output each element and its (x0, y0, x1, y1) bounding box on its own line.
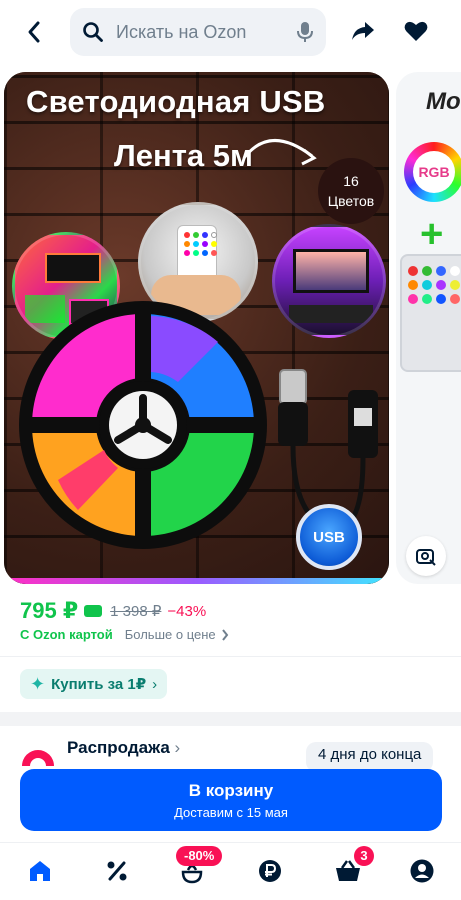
colors-count: 16 (343, 173, 359, 189)
divider (0, 656, 461, 657)
section-gap (0, 712, 461, 726)
nav-profile[interactable] (408, 857, 436, 885)
add-to-cart-label: В корзину (188, 781, 274, 800)
price-subrow: С Ozon картой Больше о цене (20, 627, 229, 642)
sale-title-text: Распродажа (67, 738, 170, 757)
back-button[interactable] (18, 14, 50, 50)
next-image-title: Мо (426, 88, 461, 115)
sale-days-left: 4 дня до конца (306, 742, 434, 772)
sparkle-icon: ✦ (30, 673, 46, 694)
plus-icon: + (420, 212, 444, 256)
product-image-next[interactable]: Мо RGB + (396, 72, 461, 584)
lifestyle-photo-livingroom (272, 224, 386, 338)
price-row: 795 ₽ 1 398 ₽ −43% (20, 598, 206, 624)
buy-for-1-ruble-button[interactable]: ✦ Купить за 1₽ › (20, 669, 168, 699)
search-icon (83, 22, 103, 42)
sale-title: Распродажа › (67, 738, 180, 758)
led-strip-reel (19, 301, 267, 549)
share-icon (352, 22, 374, 40)
ozon-card-label: С Ozon картой (20, 627, 113, 642)
nav-finance[interactable] (256, 857, 284, 885)
visual-search-button[interactable] (406, 536, 446, 576)
product-page: Искать на Ozon Светодиодная USB Лента 5м (0, 0, 461, 900)
sale-section[interactable]: Распродажа › 4 дня до конца (0, 726, 461, 772)
home-icon (30, 861, 50, 881)
cart-count-badge: 3 (354, 846, 374, 866)
chevron-right-icon: › (152, 675, 158, 693)
add-to-cart-button[interactable]: В корзину Доставим с 15 мая (20, 769, 442, 831)
top-bar: Искать на Ozon (0, 0, 461, 64)
ozon-card-icon (84, 605, 103, 617)
favorite-button[interactable] (403, 18, 429, 44)
nav-deals[interactable] (103, 857, 131, 885)
search-input[interactable]: Искать на Ozon (116, 22, 296, 43)
curved-arrow-icon (242, 139, 317, 166)
more-price-link[interactable]: Больше о цене (125, 627, 216, 642)
profile-icon (410, 859, 434, 883)
chevron-right-icon (221, 628, 228, 641)
ruble-icon (259, 860, 281, 882)
image-title-line1: Светодиодная USB (26, 84, 326, 119)
heart-icon (404, 21, 428, 41)
delivery-date: Доставим с 15 мая (174, 805, 288, 820)
share-button[interactable] (350, 18, 376, 44)
bottom-nav (0, 842, 461, 900)
nav-home[interactable] (26, 857, 54, 885)
image-title-line2: Лента 5м (114, 138, 253, 173)
sale-logo-icon (22, 750, 54, 766)
current-price: 795 ₽ (20, 598, 79, 623)
rgb-logo: RGB (404, 142, 461, 202)
buy-for-1-ruble-label: Купить за 1₽ (51, 676, 147, 693)
camera-search-icon (416, 549, 436, 566)
old-price: 1 398 ₽ (110, 603, 162, 620)
chevron-right-icon: › (174, 738, 181, 757)
rgb-label: RGB (413, 151, 455, 193)
usb-badge: USB (296, 504, 362, 570)
microphone-icon[interactable] (296, 21, 314, 43)
search-bar[interactable]: Искать на Ozon (70, 8, 326, 56)
deals-discount-badge: -80% (176, 846, 223, 866)
discount-badge: −43% (167, 602, 207, 620)
product-image[interactable]: Светодиодная USB Лента 5м 16 Цветов USB (4, 72, 389, 584)
gallery-bottom-strip (4, 578, 389, 584)
colors-badge: 16 Цветов (318, 158, 384, 224)
back-arrow-icon (28, 21, 40, 43)
colors-label: Цветов (327, 193, 375, 209)
percent-icon (107, 861, 127, 881)
remote-control-photo (400, 254, 461, 372)
